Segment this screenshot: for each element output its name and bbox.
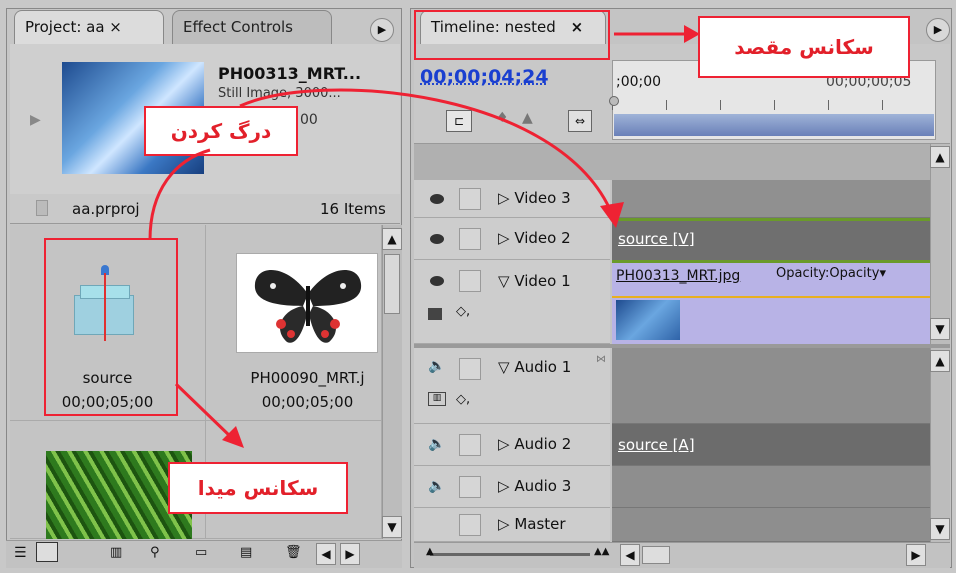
annotation-arrows — [148, 88, 624, 448]
